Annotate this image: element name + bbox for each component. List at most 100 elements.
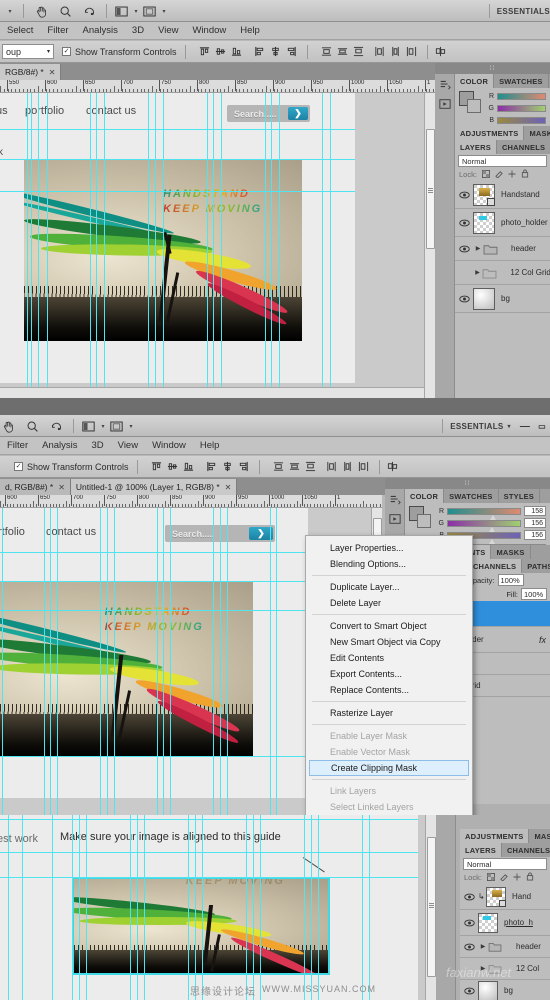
layer-visibility-icon[interactable] [455, 219, 473, 227]
chevron-down-icon[interactable]: ▾ [508, 423, 511, 430]
layer-row-handstand-3[interactable]: ↳ Hand [460, 884, 550, 910]
maximize-button[interactable]: ▭ [538, 422, 546, 431]
lock-position-icon[interactable] [508, 169, 516, 180]
dock-collapse-bar-2[interactable]: ⁞⁞ [385, 478, 550, 489]
close-icon[interactable]: ✕ [58, 483, 65, 492]
canvas-viewport-3[interactable]: est work Make sure your image is aligned… [0, 815, 425, 1000]
arrange-documents-icon[interactable] [140, 1, 158, 21]
foreground-background-swatches-2[interactable] [409, 506, 431, 528]
search-input-1[interactable]: Search..... ❯ [227, 105, 310, 122]
layer-row-photo-holder-3[interactable]: photo_h [460, 910, 550, 936]
menu-item-analysis[interactable]: Analysis [76, 25, 125, 36]
opacity-value-2[interactable]: 100% [497, 574, 524, 586]
align-vertical-centers-icon[interactable] [213, 44, 228, 60]
layer-visibility-icon[interactable] [460, 943, 478, 951]
group-expand-arrow-icon[interactable]: ▶ [478, 943, 488, 950]
blend-mode-select-3[interactable]: Normal [463, 858, 547, 870]
align-top-edges-icon[interactable] [197, 44, 212, 60]
lock-transparent-pixels-icon[interactable] [481, 169, 490, 180]
distribute-vertical-centers-icon[interactable] [335, 44, 350, 60]
menu-item-window[interactable]: Window [185, 25, 233, 36]
tab-masks-3[interactable]: MASKS [529, 829, 550, 843]
history-panel-icon[interactable] [435, 74, 455, 94]
align-horizontal-centers-icon[interactable] [268, 44, 283, 60]
background-color-swatch-1[interactable] [467, 99, 481, 113]
group-expand-arrow-icon[interactable]: ▶ [473, 269, 483, 276]
close-icon[interactable]: ✕ [225, 483, 232, 492]
lock-image-pixels-icon[interactable] [500, 873, 508, 883]
close-icon[interactable]: ✕ [49, 68, 56, 77]
hand-tool-icon[interactable] [0, 416, 20, 436]
context-menu-item-export-contents[interactable]: Export Contents... [306, 666, 472, 682]
align-vertical-centers-icon[interactable] [165, 459, 180, 475]
background-color-swatch-2[interactable] [417, 514, 431, 528]
menu-item-analysis[interactable]: Analysis [35, 440, 84, 451]
color-value-r-2[interactable]: 158 [524, 506, 546, 516]
menu-item-help[interactable]: Help [233, 25, 267, 36]
menu-item-view[interactable]: View [151, 25, 185, 36]
history-panel-icon[interactable] [385, 489, 405, 509]
layer-effects-fx-icon[interactable]: fx [539, 635, 546, 645]
vertical-scrollbar-1[interactable] [424, 93, 435, 398]
nav-link-contact-us[interactable]: contact us [86, 105, 136, 117]
actions-panel-icon[interactable] [435, 94, 455, 114]
tab-channels-3[interactable]: CHANNELS [501, 843, 550, 857]
align-bottom-edges-icon[interactable] [229, 44, 244, 60]
tab-layers-1[interactable]: LAYERS [455, 140, 497, 154]
workspace-switcher-2[interactable]: ESSENTIALS ▾ — ▭ [442, 415, 546, 437]
distribute-vertical-centers-icon[interactable] [287, 459, 302, 475]
context-menu-item-create-clipping-mask[interactable]: Create Clipping Mask [309, 760, 469, 776]
layer-visibility-icon[interactable] [455, 191, 473, 199]
auto-align-layers-icon[interactable] [433, 44, 449, 60]
actions-panel-icon[interactable] [385, 509, 405, 529]
group-expand-arrow-icon[interactable]: ▶ [473, 245, 483, 252]
layer-thumbnail[interactable] [473, 183, 495, 206]
color-slider-g-1[interactable] [497, 104, 546, 112]
screen-mode-caret-icon[interactable]: ▾ [97, 416, 107, 436]
foreground-background-swatches-1[interactable] [459, 91, 481, 113]
tab-adjustments-3[interactable]: ADJUSTMENTS [460, 829, 530, 843]
screen-mode-caret-icon[interactable]: ▾ [130, 1, 140, 21]
layer-row-header-3[interactable]: ▶ header [460, 936, 550, 958]
hand-tool-icon[interactable] [29, 1, 53, 21]
arrange-documents-caret-icon[interactable]: ▾ [158, 1, 168, 21]
document-tab-1[interactable]: RGB/8#) * ✕ [0, 64, 62, 80]
tab-layers-3[interactable]: LAYERS [460, 843, 502, 857]
align-right-edges-icon[interactable] [236, 459, 251, 475]
distribute-left-edges-icon[interactable] [324, 459, 339, 475]
arrange-documents-icon[interactable] [107, 416, 125, 436]
lock-transparent-pixels-icon[interactable] [486, 872, 495, 883]
layer-thumbnail[interactable] [473, 287, 495, 310]
tab-color-1[interactable]: COLOR [455, 74, 495, 88]
layer-thumbnail[interactable] [478, 980, 498, 1000]
layer-row-bg-1[interactable]: bg [455, 285, 550, 313]
distribute-right-edges-icon[interactable] [404, 44, 419, 60]
layer-visibility-icon[interactable] [460, 987, 478, 995]
auto-align-layers-icon[interactable] [385, 459, 401, 475]
align-horizontal-centers-icon[interactable] [220, 459, 235, 475]
horizontal-scrollbar-1[interactable] [0, 387, 424, 398]
menu-item-window[interactable]: Window [145, 440, 193, 451]
tab-swatches-1[interactable]: SWATCHES [494, 74, 549, 88]
arrange-documents-caret-icon[interactable]: ▾ [125, 416, 135, 436]
distribute-horizontal-centers-icon[interactable] [340, 459, 355, 475]
layer-thumbnail[interactable] [486, 886, 506, 907]
align-left-edges-icon[interactable] [252, 44, 267, 60]
nav-link-portfolio-2[interactable]: rtfolio [0, 526, 25, 538]
layer-visibility-icon[interactable] [460, 893, 478, 901]
menu-item-filter[interactable]: Filter [0, 440, 35, 451]
layer-visibility-icon[interactable] [455, 295, 473, 303]
layer-row-handstand-1[interactable]: Handstand [455, 181, 550, 209]
show-transform-controls-checkbox-2[interactable]: ✓ Show Transform Controls [14, 462, 129, 472]
search-submit-button-1[interactable]: ❯ [288, 107, 308, 120]
lock-all-icon[interactable] [526, 872, 534, 883]
align-right-edges-icon[interactable] [284, 44, 299, 60]
document-tab-2b[interactable]: Untitled-1 @ 100% (Layer 1, RGB/8) * ✕ [70, 479, 238, 495]
menu-item-select[interactable]: Select [0, 25, 40, 36]
blend-mode-select-1[interactable]: Normal [458, 155, 547, 167]
fill-value-2[interactable]: 100% [521, 588, 547, 600]
context-menu-item-delete-layer[interactable]: Delete Layer [306, 595, 472, 611]
nav-link-contact-us-2[interactable]: contact us [46, 526, 96, 538]
layer-visibility-icon[interactable] [460, 919, 478, 927]
context-menu-item-new-smart-object-via-copy[interactable]: New Smart Object via Copy [306, 634, 472, 650]
